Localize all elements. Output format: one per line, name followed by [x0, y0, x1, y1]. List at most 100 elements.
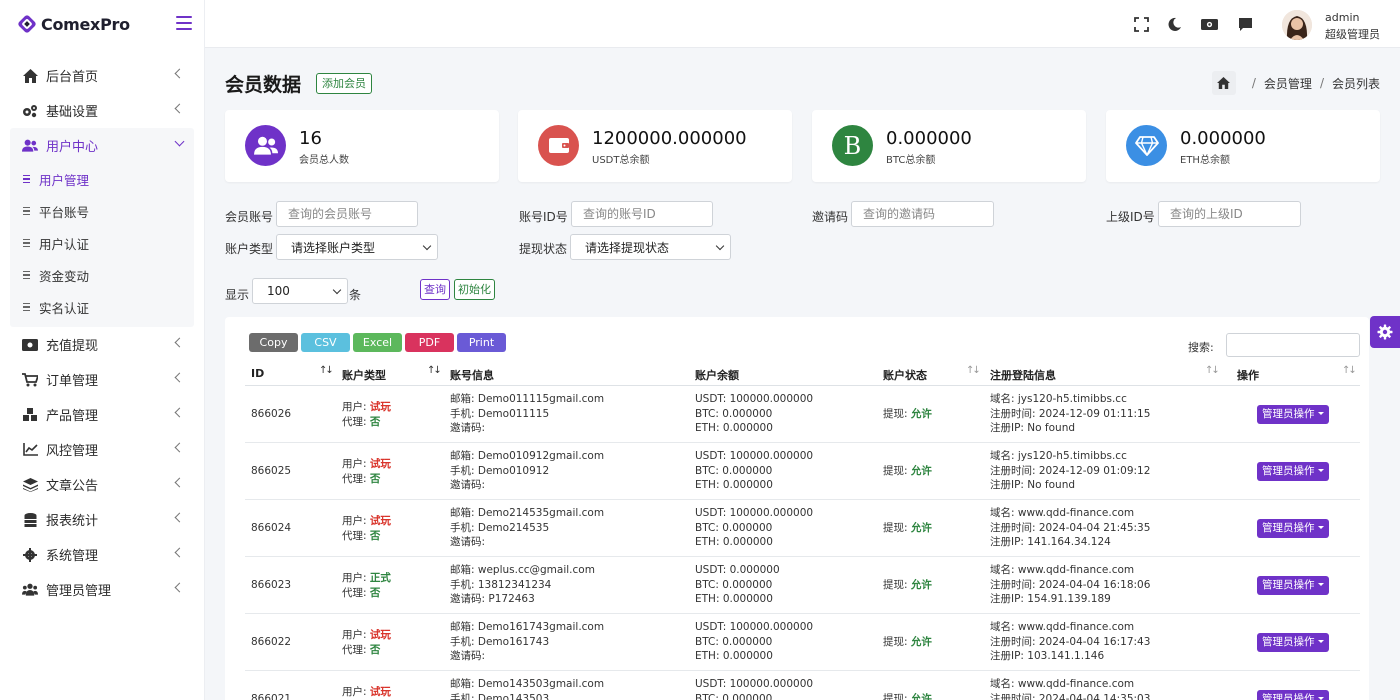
user-type-value: 试玩	[369, 401, 391, 413]
dark-mode-moon-icon[interactable]	[1167, 17, 1182, 32]
phone-text: 手机: Demo214535	[450, 521, 550, 534]
btc-balance: BTC: 0.000000	[695, 635, 773, 648]
usdt-balance: USDT: 100000.000000	[695, 393, 814, 405]
admin-actions-button[interactable]: 管理员操作	[1257, 519, 1329, 538]
sidebar-item-system[interactable]: 系统管理	[0, 537, 204, 572]
admin-actions-label: 管理员操作	[1262, 693, 1315, 700]
cell-account-info: 邮箱: Demo011115gmail.com 手机: Demo011115 邀请码…	[450, 392, 604, 436]
sidebar-subitem-fund-changes[interactable]: 资金变动	[10, 259, 194, 291]
menu-toggle-icon[interactable]	[176, 16, 192, 30]
add-member-button[interactable]: 添加会员	[316, 73, 372, 94]
usdt-balance: USDT: 100000.000000	[695, 678, 814, 690]
user-name[interactable]: admin	[1325, 11, 1359, 24]
table-row: 866022 用户: 试玩 代理: 否 邮箱: Demo161743gmail.com…	[245, 614, 1360, 671]
sidebar-item-label: 订单管理	[46, 374, 99, 389]
cell-register-info: 域名: www.qdd-finance.com 注册时间: 2024-04-04 …	[990, 677, 1150, 700]
chat-icon[interactable]	[1238, 17, 1253, 32]
breadcrumb-separator: /	[1251, 76, 1256, 90]
sort-icon[interactable]: ↑↓	[1342, 365, 1357, 376]
list-icon	[23, 238, 33, 248]
page-title: 会员数据	[225, 74, 302, 96]
invite-code-input[interactable]	[851, 201, 994, 227]
account-id-input[interactable]	[571, 201, 713, 227]
column-header-account-info[interactable]: 账号信息	[450, 367, 494, 383]
breadcrumb-home-icon[interactable]	[1211, 71, 1236, 95]
chevron-down-icon	[715, 241, 725, 251]
sort-icon[interactable]: ↑↓	[1205, 365, 1220, 376]
user-type-prefix: 用户:	[342, 458, 367, 470]
sidebar-item-user-center[interactable]: 用户中心	[10, 128, 194, 163]
parent-id-input[interactable]	[1158, 201, 1301, 227]
sidebar-subitem-real-name[interactable]: 实名认证	[10, 291, 194, 323]
column-header-id[interactable]: ID	[251, 367, 264, 380]
admin-actions-button[interactable]: 管理员操作	[1257, 462, 1329, 481]
cell-register-info: 域名: jys120-h5.timibbs.cc 注册时间: 2024-12-09…	[990, 392, 1150, 436]
admin-actions-button[interactable]: 管理员操作	[1257, 633, 1329, 652]
user-type-value: 试玩	[369, 515, 391, 527]
export-csv-button[interactable]: CSV	[301, 333, 350, 352]
sidebar-group-user-center: 用户中心 用户管理 平台账号 用户认证 资金变动 实名认证	[10, 128, 194, 327]
money-icon[interactable]	[1201, 17, 1218, 32]
sidebar-subitem-platform-account[interactable]: 平台账号	[10, 195, 194, 227]
sidebar-item-orders[interactable]: 订单管理	[0, 362, 204, 397]
users-icon	[245, 125, 286, 166]
sort-icon[interactable]: ↑↓	[427, 365, 442, 376]
admin-actions-label: 管理员操作	[1262, 465, 1315, 477]
invite-code-text: 邀请码:	[450, 650, 486, 662]
cell-id: 866024	[251, 522, 292, 534]
table-header: ID ↑↓ 账户类型 ↑↓ 账号信息 账户余额 账户状态 ↑↓ 注册登陆信息 ↑…	[245, 359, 1360, 386]
sidebar-item-articles[interactable]: 文章公告	[0, 467, 204, 502]
withdraw-prefix: 提现:	[883, 579, 908, 591]
sidebar-item-label: 基础设置	[46, 105, 99, 120]
account-type-select[interactable]: 请选择账户类型	[276, 234, 438, 260]
sidebar-item-home[interactable]: 后台首页	[0, 58, 204, 93]
bitcoin-icon: B	[832, 125, 873, 166]
sidebar-subitem-user-management[interactable]: 用户管理	[10, 163, 194, 195]
admin-actions-button[interactable]: 管理员操作	[1257, 576, 1329, 595]
sidebar-item-admins[interactable]: 管理员管理	[0, 572, 204, 607]
export-print-button[interactable]: Print	[457, 333, 506, 352]
domain-text: 域名: jys120-h5.timibbs.cc	[990, 393, 1127, 405]
admin-actions-button[interactable]: 管理员操作	[1257, 690, 1329, 700]
sidebar-item-risk-control[interactable]: 风控管理	[0, 432, 204, 467]
settings-gear-button[interactable]	[1370, 316, 1400, 348]
sidebar-item-reports[interactable]: 报表统计	[0, 502, 204, 537]
sidebar-item-deposit-withdraw[interactable]: 充值提现	[0, 327, 204, 362]
page-size-select[interactable]: 100	[252, 278, 348, 304]
cell-status: 提现: 允许	[883, 692, 932, 700]
user-type-prefix: 用户:	[342, 629, 367, 641]
sort-icon[interactable]: ↑↓	[966, 365, 981, 376]
column-header-balance[interactable]: 账户余额	[695, 367, 739, 383]
register-ip-text: 注册IP: 103.141.1.146	[990, 650, 1105, 662]
breadcrumb-item[interactable]: 会员管理	[1264, 75, 1312, 92]
user-type-prefix: 用户:	[342, 686, 367, 698]
table-search-input[interactable]	[1226, 333, 1360, 357]
column-header-account-type[interactable]: 账户类型	[342, 367, 386, 383]
invite-code-text: 邀请码: P172463	[450, 593, 535, 605]
avatar[interactable]	[1282, 10, 1312, 40]
member-account-label: 会员账号	[225, 210, 274, 224]
phone-text: 手机: Demo143503	[450, 692, 550, 700]
query-button[interactable]: 查询	[420, 279, 450, 300]
admin-actions-button[interactable]: 管理员操作	[1257, 405, 1329, 424]
column-header-status[interactable]: 账户状态	[883, 367, 927, 383]
sort-icon[interactable]: ↑↓	[319, 365, 334, 376]
sidebar-item-products[interactable]: 产品管理	[0, 397, 204, 432]
brand[interactable]: ComexPro	[0, 0, 204, 48]
member-account-input[interactable]	[276, 201, 418, 227]
withdraw-status-select[interactable]: 请选择提现状态	[570, 234, 731, 260]
sidebar-item-basic-settings[interactable]: 基础设置	[0, 93, 204, 128]
column-header-register-info[interactable]: 注册登陆信息	[990, 367, 1056, 383]
fullscreen-icon[interactable]	[1134, 17, 1149, 32]
sidebar-subitem-label: 平台账号	[39, 204, 90, 220]
cell-status: 提现: 允许	[883, 578, 932, 593]
export-copy-button[interactable]: Copy	[249, 333, 298, 352]
cell-register-info: 域名: www.qdd-finance.com 注册时间: 2024-04-04 …	[990, 620, 1150, 664]
sidebar-item-label: 风控管理	[46, 444, 99, 459]
agent-value: 否	[369, 415, 381, 428]
register-time-text: 注册时间: 2024-04-04 21:45:35	[990, 521, 1151, 534]
sidebar-subitem-user-verification[interactable]: 用户认证	[10, 227, 194, 259]
export-pdf-button[interactable]: PDF	[405, 333, 454, 352]
reset-button[interactable]: 初始化	[454, 279, 495, 300]
export-excel-button[interactable]: Excel	[353, 333, 402, 352]
